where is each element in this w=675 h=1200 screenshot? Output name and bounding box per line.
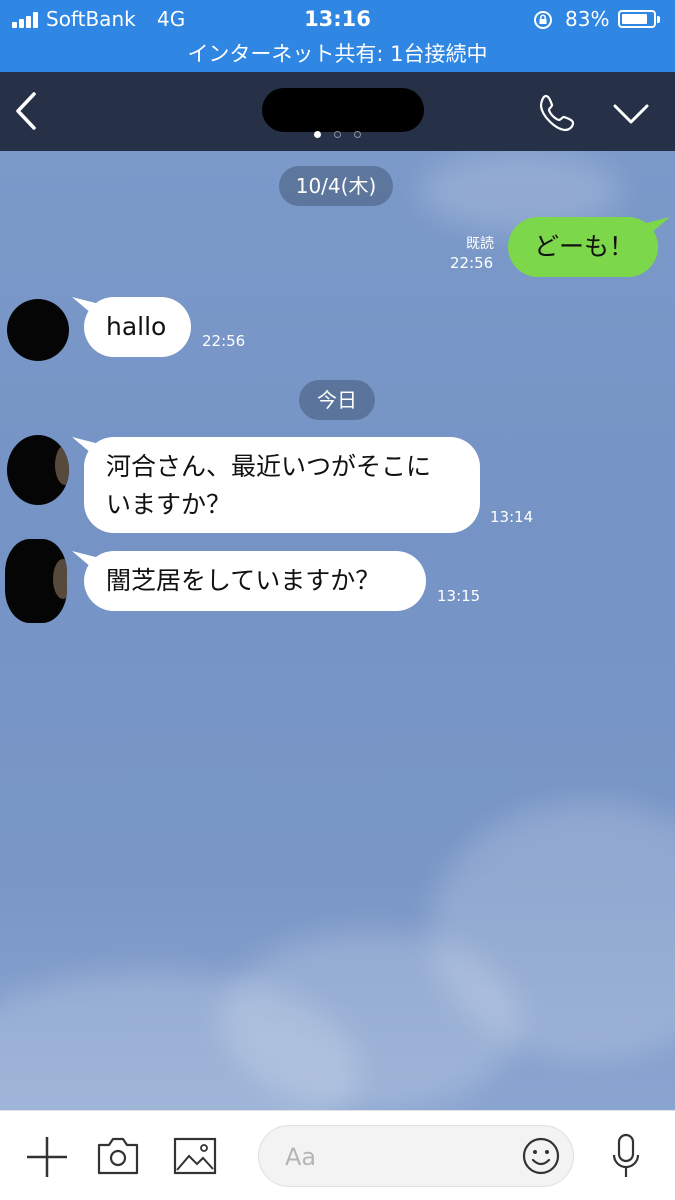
sender-avatar[interactable] [7, 299, 69, 361]
status-bar: SoftBank 4G 13:16 83% インターネット共有: 1台接続中 [0, 0, 675, 72]
battery-percentage: 83% [565, 7, 610, 31]
battery-tip [657, 16, 660, 23]
sender-avatar[interactable] [5, 539, 67, 623]
message-time: 13:14 [490, 508, 534, 526]
incoming-message[interactable]: hallo [84, 297, 191, 357]
plus-icon[interactable] [25, 1135, 69, 1179]
page-dot [334, 131, 341, 138]
message-text: hallo [106, 312, 167, 341]
image-gallery-icon[interactable] [173, 1136, 217, 1176]
hotspot-banner[interactable]: インターネット共有: 1台接続中 [0, 38, 675, 68]
message-time: 13:15 [437, 587, 481, 605]
battery-icon [618, 10, 656, 28]
sender-avatar[interactable] [7, 435, 69, 505]
incoming-message[interactable]: 闇芝居をしていますか？ [84, 551, 426, 611]
microphone-icon[interactable] [611, 1133, 641, 1179]
camera-icon[interactable] [96, 1136, 140, 1176]
incoming-message[interactable]: 河合さん、最近いつがそこに いますか？ [84, 437, 480, 533]
message-text-line: 河合さん、最近いつがそこに [106, 452, 432, 481]
contact-name-redacted[interactable] [262, 88, 424, 132]
page-dot [354, 131, 361, 138]
input-bar [0, 1110, 675, 1200]
outgoing-message[interactable]: どーも！ [508, 217, 658, 277]
date-separator: 今日 [299, 380, 375, 420]
page-dot [314, 131, 321, 138]
back-button[interactable] [10, 90, 46, 132]
phone-call-icon[interactable] [536, 92, 578, 134]
emoji-icon[interactable] [521, 1136, 561, 1176]
background-cloud [220, 931, 520, 1110]
message-text-line: いますか？ [106, 490, 232, 519]
message-time: 22:56 [450, 254, 494, 272]
message-input-field[interactable] [258, 1125, 574, 1187]
chat-header [0, 72, 675, 151]
chevron-down-icon[interactable] [612, 102, 650, 126]
page-indicator [310, 130, 366, 140]
rotation-lock-icon [534, 11, 552, 29]
message-text: どーも！ [534, 232, 635, 261]
chat-area[interactable]: 10/4(木) 既読 22:56 どーも！ hallo 22:56 今日 河合さ… [0, 151, 675, 1110]
message-time: 22:56 [202, 332, 246, 350]
date-separator: 10/4(木) [279, 166, 393, 206]
read-receipt: 既読 [466, 236, 494, 252]
message-text: 闇芝居をしていますか？ [106, 566, 381, 595]
message-input[interactable] [283, 1138, 507, 1176]
